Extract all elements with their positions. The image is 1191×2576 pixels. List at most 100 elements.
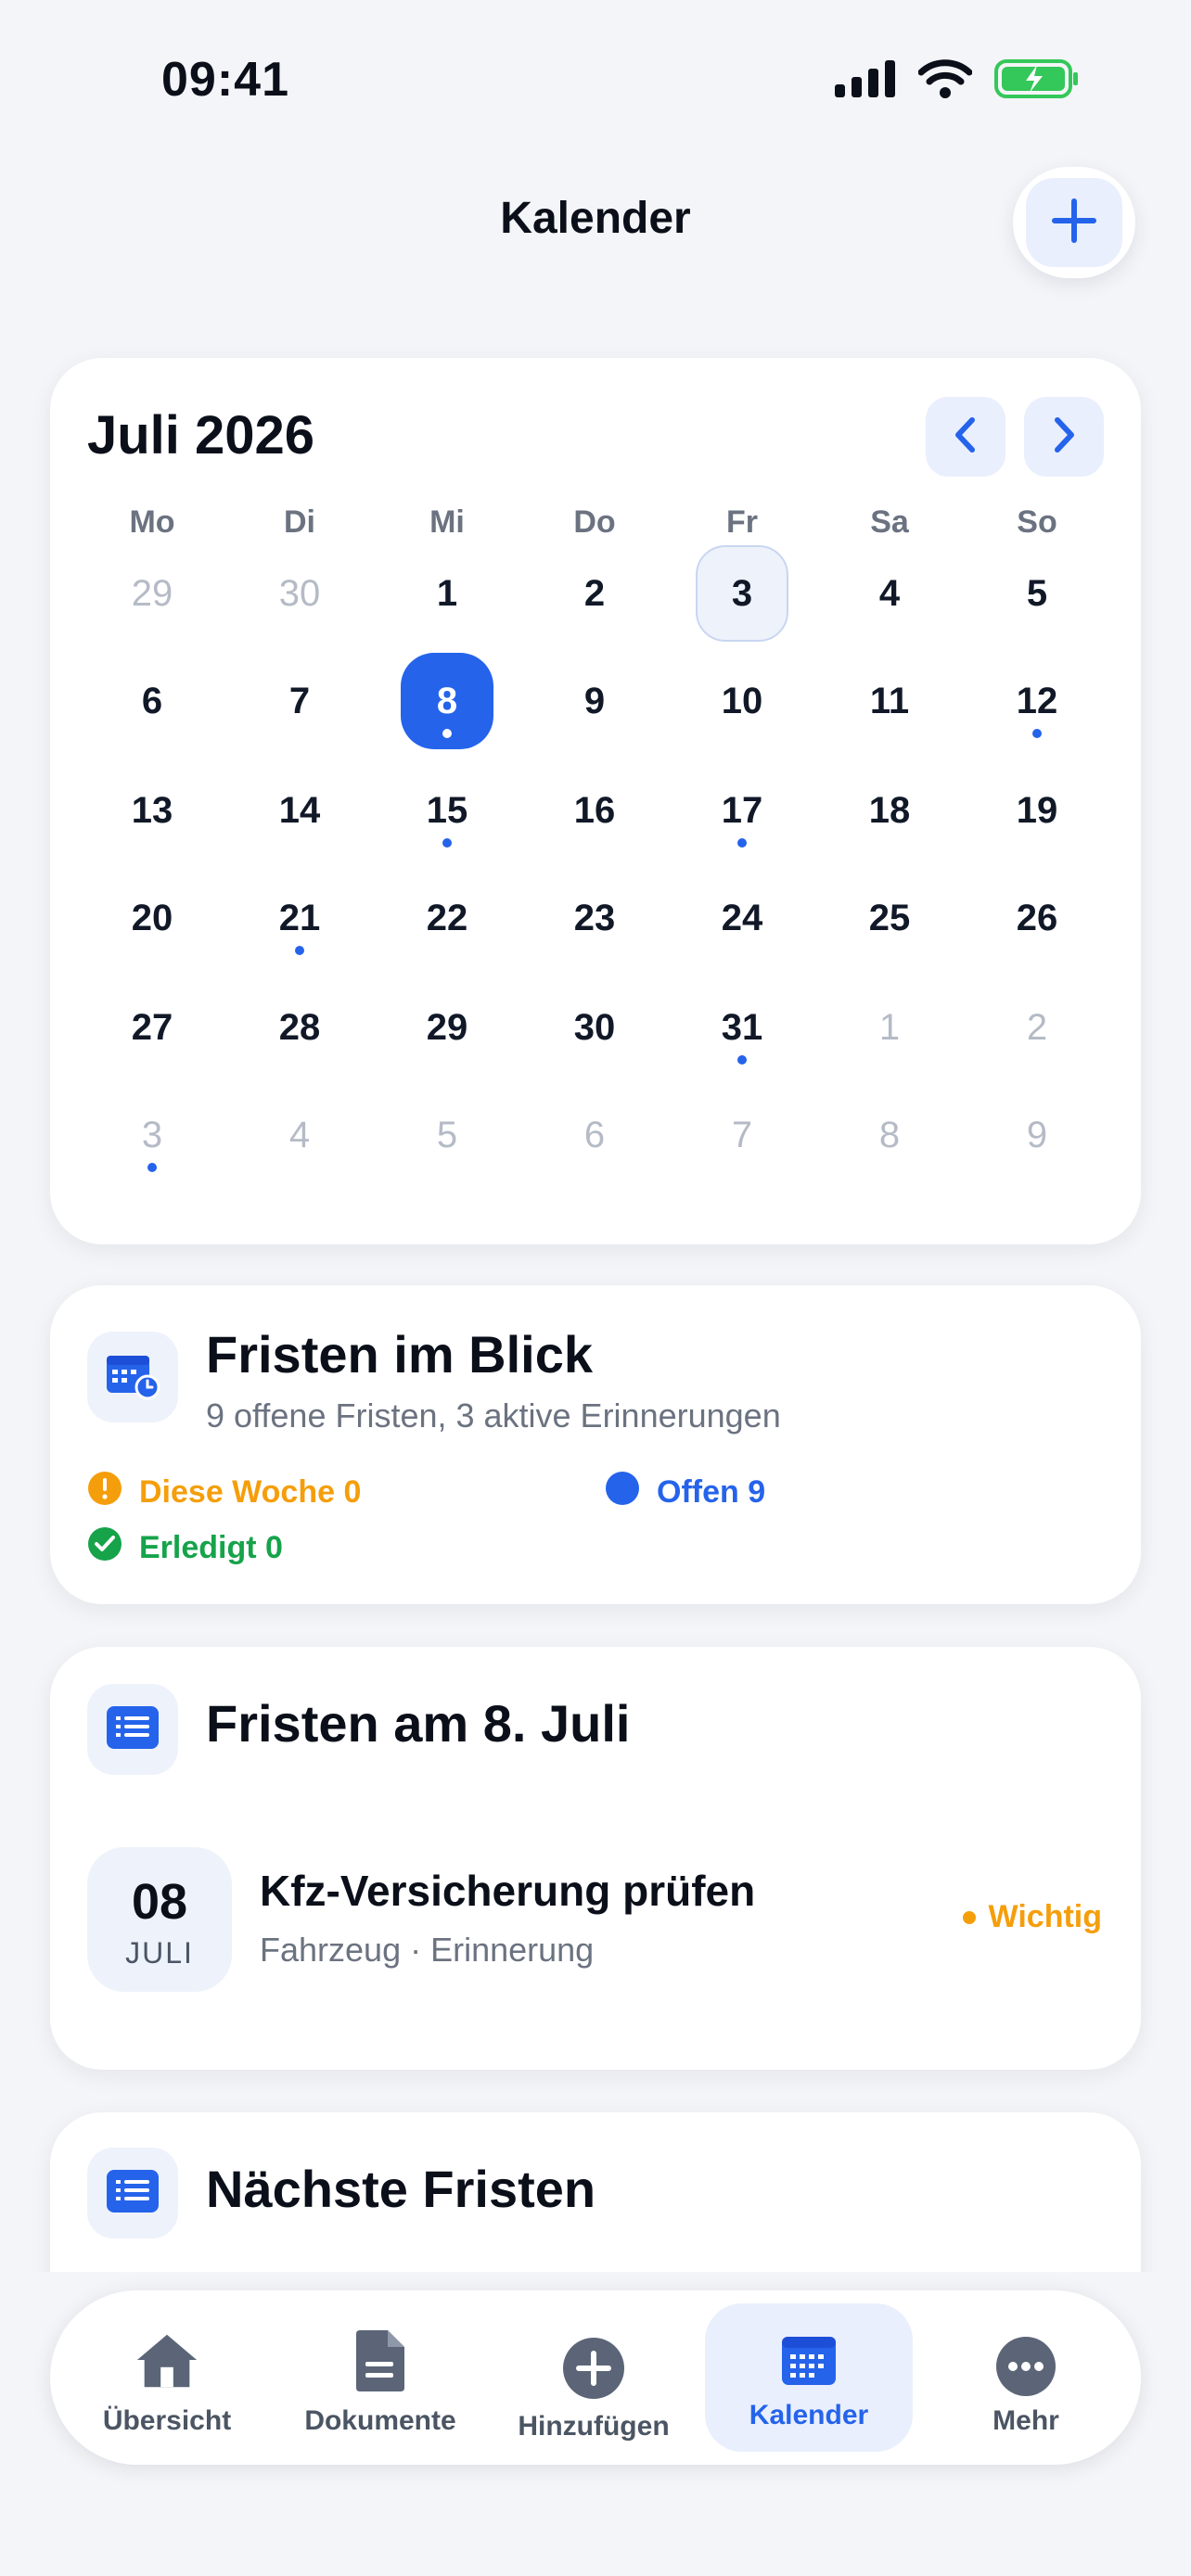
calendar-day[interactable]: 18	[843, 762, 936, 859]
calendar-day-number: 27	[131, 1006, 173, 1048]
calendar-day[interactable]: 13	[106, 762, 198, 859]
calendar-day-number: 1	[878, 1006, 901, 1048]
calendar-day-number: 9	[583, 680, 606, 721]
calendar-day-number: 10	[721, 680, 763, 721]
calendar-day[interactable]: 3	[106, 1087, 198, 1183]
calendar-day[interactable]: 22	[401, 870, 493, 966]
calendar-day-number: 8	[436, 680, 458, 721]
calendar-day[interactable]: 26	[991, 870, 1083, 966]
calendar-day[interactable]: 23	[548, 870, 641, 966]
calendar-day[interactable]: 25	[843, 870, 936, 966]
calendar-day-number: 5	[1026, 572, 1048, 614]
calendar-day-number: 7	[288, 680, 311, 721]
calendar-day[interactable]: 7	[696, 1087, 788, 1183]
selected-day-title: Fristen am 8. Juli	[206, 1694, 631, 1753]
calendar-day[interactable]: 29	[106, 545, 198, 642]
calendar-day-number: 29	[131, 572, 173, 614]
calendar-day[interactable]: 2	[991, 979, 1083, 1076]
calendar-day[interactable]: 21	[253, 870, 346, 966]
calendar-day-number: 12	[1016, 680, 1058, 721]
calendar-day[interactable]: 15	[401, 762, 493, 859]
calendar-day[interactable]: 5	[991, 545, 1083, 642]
calendar-icon	[775, 2327, 842, 2394]
calendar-day-selected[interactable]: 8	[401, 653, 493, 749]
calendar-day-number: 1	[436, 572, 458, 614]
calendar-day[interactable]: 1	[843, 979, 936, 1076]
deadline-day: 08	[131, 1874, 188, 1930]
deadline-subtitle: Fahrzeug · Erinnerung	[260, 1931, 595, 1969]
calendar-day[interactable]: 14	[253, 762, 346, 859]
deadline-title: Kfz-Versicherung prüfen	[260, 1867, 756, 1915]
status-time: 09:41	[161, 53, 289, 107]
calendar-day[interactable]: 1	[401, 545, 493, 642]
calendar-day[interactable]: 6	[548, 1087, 641, 1183]
calendar-day[interactable]: 30	[253, 545, 346, 642]
tab-add[interactable]: Hinzufügen	[493, 2303, 694, 2452]
calendar-day[interactable]: 20	[106, 870, 198, 966]
tab-calendar-label: Kalender	[749, 2400, 869, 2430]
chevron-left-icon	[950, 416, 981, 458]
weekday-header: Mo Di Mi Do Fr Sa So	[50, 504, 1141, 551]
calendar-day-number: 11	[869, 680, 910, 721]
calendar-day[interactable]: 8	[843, 1087, 936, 1183]
calendar-day-number: 24	[721, 897, 763, 938]
next-month-button[interactable]	[1024, 397, 1104, 477]
calendar-day[interactable]: 10	[696, 653, 788, 749]
overview-subtitle: 9 offene Fristen, 3 aktive Erinnerungen	[206, 1396, 781, 1435]
calendar-day[interactable]: 27	[106, 979, 198, 1076]
selected-day-deadlines-card: Fristen am 8. Juli 08 JULI Kfz-Versicher…	[50, 1647, 1141, 2070]
stat-done[interactable]: Erledigt 0	[87, 1526, 283, 1570]
warning-icon	[87, 1471, 122, 1514]
calendar-day-number: 3	[141, 1114, 163, 1155]
calendar-day-number: 3	[731, 572, 753, 614]
weekday-label: Do	[573, 504, 616, 540]
plus-circle-icon	[560, 2335, 627, 2402]
calendar-day-number: 4	[878, 572, 901, 614]
stat-this-week-label: Diese Woche 0	[139, 1474, 362, 1510]
calendar-day[interactable]: 29	[401, 979, 493, 1076]
calendar-day[interactable]: 4	[253, 1087, 346, 1183]
stat-open[interactable]: Offen 9	[605, 1471, 765, 1514]
calendar-day[interactable]: 28	[253, 979, 346, 1076]
home-icon	[134, 2327, 200, 2394]
overview-title: Fristen im Blick	[206, 1325, 594, 1384]
calendar-day-number: 31	[721, 1006, 763, 1048]
calendar-day-number: 23	[573, 897, 616, 938]
deadline-date-box: 08 JULI	[87, 1847, 232, 1992]
event-dot-icon	[147, 1163, 157, 1172]
deadlines-overview-card[interactable]: Fristen im Blick 9 offene Fristen, 3 akt…	[50, 1285, 1141, 1604]
calendar-day-number: 15	[426, 789, 468, 831]
calendar-day[interactable]: 24	[696, 870, 788, 966]
calendar-day-number: 6	[141, 680, 163, 721]
calendar-day-number: 29	[426, 1006, 468, 1048]
tab-documents[interactable]: Dokumente	[280, 2303, 480, 2452]
calendar-day[interactable]: 2	[548, 545, 641, 642]
calendar-day-number: 21	[278, 897, 321, 938]
calendar-day[interactable]: 17	[696, 762, 788, 859]
calendar-day[interactable]: 6	[106, 653, 198, 749]
calendar-day[interactable]: 16	[548, 762, 641, 859]
tab-more[interactable]: Mehr	[926, 2303, 1126, 2452]
previous-month-button[interactable]	[926, 397, 1005, 477]
calendar-day[interactable]: 12	[991, 653, 1083, 749]
weekday-label: Fr	[726, 504, 758, 540]
calendar-day[interactable]: 9	[548, 653, 641, 749]
stat-this-week[interactable]: Diese Woche 0	[87, 1471, 361, 1514]
checkmark-icon	[87, 1526, 122, 1570]
tab-overview[interactable]: Übersicht	[67, 2303, 267, 2452]
calendar-day[interactable]: 4	[843, 545, 936, 642]
calendar-day[interactable]: 9	[991, 1087, 1083, 1183]
calendar-day-number: 20	[131, 897, 173, 938]
calendar-day[interactable]: 19	[991, 762, 1083, 859]
calendar-day[interactable]: 7	[253, 653, 346, 749]
calendar-day[interactable]: 11	[843, 653, 936, 749]
calendar-day[interactable]: 5	[401, 1087, 493, 1183]
add-deadline-button[interactable]	[1013, 167, 1135, 278]
document-icon	[347, 2327, 414, 2394]
calendar-day-number: 18	[868, 789, 911, 831]
tab-calendar[interactable]: Kalender	[705, 2303, 913, 2452]
calendar-day[interactable]: 30	[548, 979, 641, 1076]
month-label: Juli 2026	[87, 405, 315, 465]
calendar-day-today[interactable]: 3	[696, 545, 788, 642]
calendar-day[interactable]: 31	[696, 979, 788, 1076]
